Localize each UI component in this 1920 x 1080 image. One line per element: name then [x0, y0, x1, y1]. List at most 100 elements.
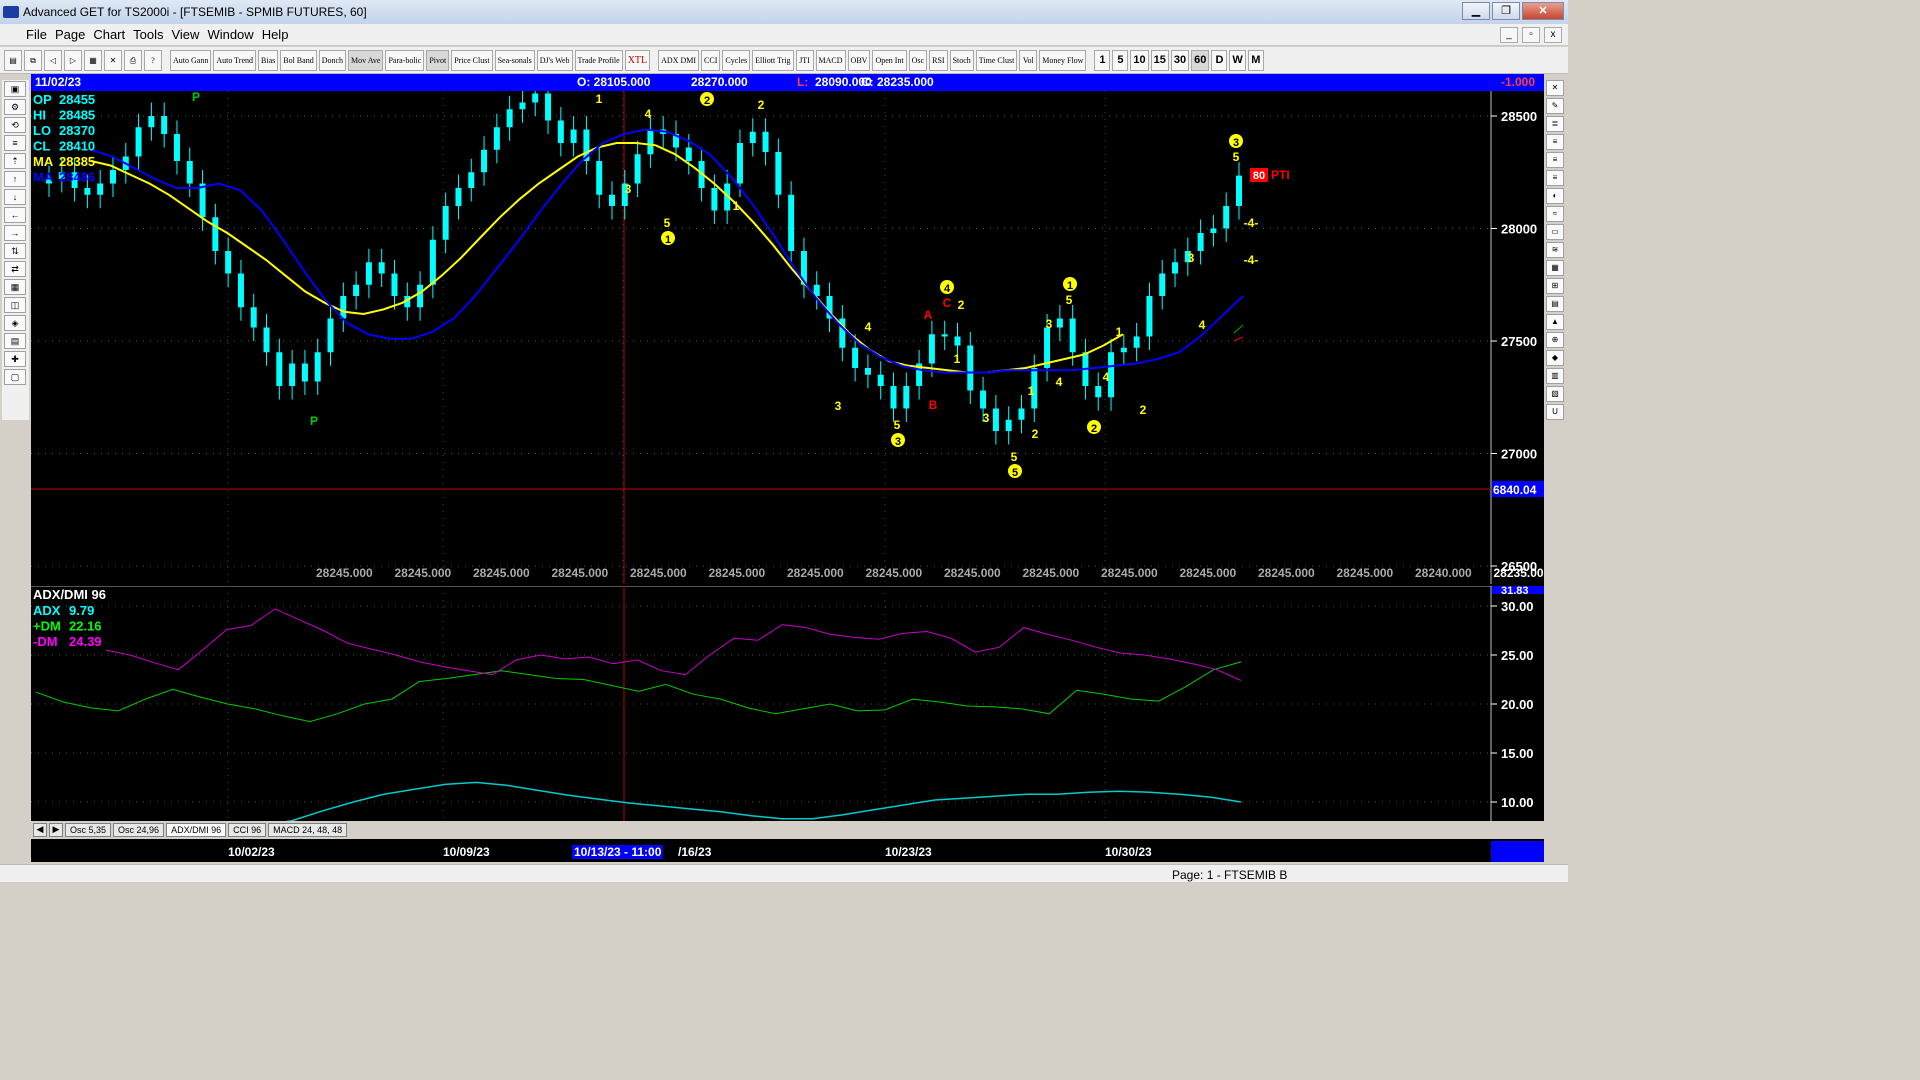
menu-chart[interactable]: Chart: [93, 27, 125, 42]
file-icon[interactable]: ▤: [4, 49, 22, 71]
mdi-minimize-button[interactable]: _: [1500, 27, 1518, 43]
toolbar-study-button[interactable]: Auto Gann: [170, 49, 212, 71]
right-tool-icon[interactable]: U: [1546, 404, 1564, 420]
left-tool-icon[interactable]: ⇄: [4, 261, 26, 277]
menu-file[interactable]: File: [26, 27, 47, 42]
maximize-button[interactable]: ❐: [1492, 2, 1520, 20]
toolbar-study-button[interactable]: JTI: [795, 49, 814, 71]
price-chart[interactable]: 28500280002750027000265006840.04OP 28455H…: [31, 91, 1544, 584]
left-tool-icon[interactable]: ⇡: [4, 153, 26, 169]
toolbar-study-button[interactable]: ADX DMI: [658, 49, 700, 71]
menu-window[interactable]: Window: [207, 27, 253, 42]
back-icon[interactable]: ◁: [44, 49, 62, 71]
copy-icon[interactable]: ⧉: [24, 49, 42, 71]
right-tool-icon[interactable]: ◆: [1546, 350, 1564, 366]
interval-button[interactable]: 60: [1191, 49, 1210, 71]
menu-view[interactable]: View: [171, 27, 199, 42]
toolbar-study-button[interactable]: Bias: [258, 49, 279, 71]
indicator-tab[interactable]: MACD 24, 48, 48: [268, 823, 348, 837]
left-tool-icon[interactable]: ↑: [4, 171, 26, 187]
right-tool-icon[interactable]: ⊕: [1546, 332, 1564, 348]
right-tool-icon[interactable]: ▭: [1546, 224, 1564, 240]
interval-button[interactable]: 30: [1170, 49, 1190, 71]
grid-icon[interactable]: ▦: [84, 49, 102, 71]
toolbar-study-button[interactable]: Donch: [318, 49, 347, 71]
toolbar-study-button[interactable]: Sea-sonals: [494, 49, 535, 71]
right-tool-icon[interactable]: ≡: [1546, 152, 1564, 168]
left-tool-icon[interactable]: ⇅: [4, 243, 26, 259]
toolbar-study-button[interactable]: Auto Trend: [213, 49, 257, 71]
tab-scroll-left-icon[interactable]: ◀: [33, 823, 47, 837]
indicator-tab[interactable]: Osc 24,96: [113, 823, 165, 837]
toolbar-study-button[interactable]: Cycles: [722, 49, 751, 71]
right-tool-icon[interactable]: ◐: [1546, 188, 1564, 204]
left-tool-icon[interactable]: ≡: [4, 135, 26, 151]
close-button[interactable]: ✕: [1522, 2, 1564, 20]
menu-help[interactable]: Help: [262, 27, 289, 42]
left-tool-icon[interactable]: ▦: [4, 279, 26, 295]
toolbar-study-button[interactable]: Money Flow: [1039, 49, 1087, 71]
left-tool-icon[interactable]: ◈: [4, 315, 26, 331]
left-tool-icon[interactable]: →: [4, 225, 26, 241]
toolbar-study-button[interactable]: Time Clust: [975, 49, 1018, 71]
toolbar-study-button[interactable]: Mov Ave: [348, 49, 384, 71]
interval-button[interactable]: 1: [1094, 49, 1111, 71]
mdi-close-button[interactable]: x: [1544, 27, 1562, 43]
right-tool-icon[interactable]: ≣: [1546, 116, 1564, 132]
cancel-icon[interactable]: ✕: [104, 49, 122, 71]
interval-button[interactable]: 10: [1130, 49, 1149, 71]
interval-button[interactable]: W: [1229, 49, 1246, 71]
right-tool-icon[interactable]: ▤: [1546, 296, 1564, 312]
interval-button[interactable]: 15: [1150, 49, 1169, 71]
left-tool-icon[interactable]: ↓: [4, 189, 26, 205]
help-icon[interactable]: ?: [144, 49, 162, 71]
left-tool-icon[interactable]: ▢: [4, 369, 26, 385]
right-tool-icon[interactable]: ≈: [1546, 206, 1564, 222]
toolbar-study-button[interactable]: Open Int: [872, 49, 907, 71]
toolbar-study-button[interactable]: Trade Profile: [574, 49, 623, 71]
indicator-tab[interactable]: ADX/DMI 96: [166, 823, 227, 837]
forward-icon[interactable]: ▷: [64, 49, 82, 71]
mdi-restore-button[interactable]: ▫: [1522, 27, 1540, 43]
toolbar-study-button[interactable]: Price Clust: [451, 49, 493, 71]
print-icon[interactable]: ⎙: [124, 49, 142, 71]
left-tool-icon[interactable]: ▣: [4, 81, 26, 97]
toolbar-study-button[interactable]: OBV: [847, 49, 871, 71]
toolbar-study-button[interactable]: DJ's Web: [536, 49, 573, 71]
interval-button[interactable]: 5: [1112, 49, 1129, 71]
adx-dmi-chart[interactable]: 31.83 30.00 25.00 20.00 15.00 10.00 ADX/DMI 96…: [31, 586, 1544, 822]
toolbar-study-button[interactable]: Stoch: [949, 49, 974, 71]
indicator-tab[interactable]: CCI 96: [228, 823, 267, 837]
right-tool-icon[interactable]: ⊞: [1546, 278, 1564, 294]
right-tool-icon[interactable]: ✕: [1546, 80, 1564, 96]
right-tool-icon[interactable]: ▧: [1546, 386, 1564, 402]
left-tool-icon[interactable]: ⟲: [4, 117, 26, 133]
toolbar-study-button[interactable]: RSI: [929, 49, 948, 71]
right-tool-icon[interactable]: ▲: [1546, 314, 1564, 330]
toolbar-study-button[interactable]: Vol: [1019, 49, 1038, 71]
minimize-button[interactable]: ▁: [1462, 2, 1490, 20]
left-tool-icon[interactable]: ◫: [4, 297, 26, 313]
interval-button[interactable]: M: [1247, 49, 1264, 71]
right-tool-icon[interactable]: ▦: [1546, 260, 1564, 276]
right-tool-icon[interactable]: ▥: [1546, 368, 1564, 384]
menu-page[interactable]: Page: [55, 27, 85, 42]
right-tool-icon[interactable]: ≋: [1546, 242, 1564, 258]
left-tool-icon[interactable]: ⚙: [4, 99, 26, 115]
indicator-tab[interactable]: Osc 5,35: [65, 823, 112, 837]
tab-scroll-right-icon[interactable]: ▶: [49, 823, 63, 837]
right-tool-icon[interactable]: ≡: [1546, 170, 1564, 186]
toolbar-study-button[interactable]: Pivot: [426, 49, 450, 71]
right-tool-icon[interactable]: ✎: [1546, 98, 1564, 114]
toolbar-study-button[interactable]: CCI: [701, 49, 721, 71]
toolbar-study-button[interactable]: MACD: [815, 49, 846, 71]
toolbar-study-button[interactable]: Osc: [908, 49, 928, 71]
toolbar-study-button[interactable]: XTL: [624, 49, 651, 71]
left-tool-icon[interactable]: ▤: [4, 333, 26, 349]
left-tool-icon[interactable]: ←: [4, 207, 26, 223]
toolbar-study-button[interactable]: Bol Band: [280, 49, 317, 71]
interval-button[interactable]: D: [1211, 49, 1228, 71]
toolbar-study-button[interactable]: Elliott Trig: [752, 49, 794, 71]
left-tool-icon[interactable]: ✚: [4, 351, 26, 367]
menu-tools[interactable]: Tools: [133, 27, 163, 42]
